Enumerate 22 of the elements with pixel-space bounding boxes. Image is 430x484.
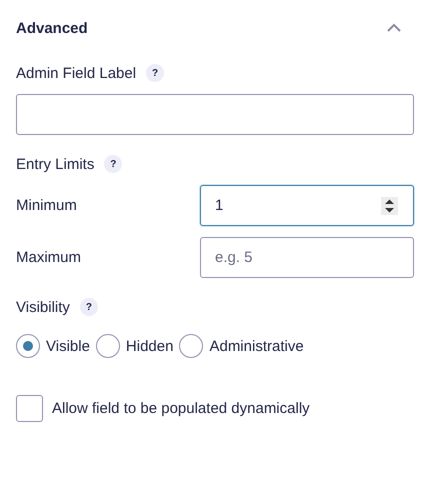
number-field[interactable]: e.g. 5 (200, 237, 414, 278)
radio-button[interactable] (16, 334, 40, 358)
radio-button[interactable] (179, 334, 204, 358)
help-icon[interactable]: ? (146, 64, 164, 82)
field-label: Entry Limits (16, 156, 94, 172)
radio-label: Hidden (126, 338, 174, 354)
help-icon[interactable]: ? (104, 155, 122, 173)
spinner-icon[interactable] (381, 197, 398, 215)
admin-label-field[interactable] (16, 94, 414, 135)
help-icon[interactable]: ? (80, 298, 98, 316)
checkbox[interactable] (16, 395, 43, 422)
number-field[interactable]: 1 (200, 185, 414, 226)
radio-label: Visible (46, 338, 90, 354)
checkbox-label: Allow field to be populated dynamically (52, 400, 310, 417)
radio-label: Administrative (209, 338, 304, 354)
radio-button[interactable] (96, 334, 120, 358)
field-label: Visibility (16, 298, 70, 316)
field-label: Admin Field Label (16, 64, 136, 82)
section-title: Advanced (16, 20, 88, 36)
field-label: Maximum (16, 249, 82, 266)
chevron-icon[interactable] (386, 23, 402, 33)
field-label: Minimum (16, 197, 78, 214)
